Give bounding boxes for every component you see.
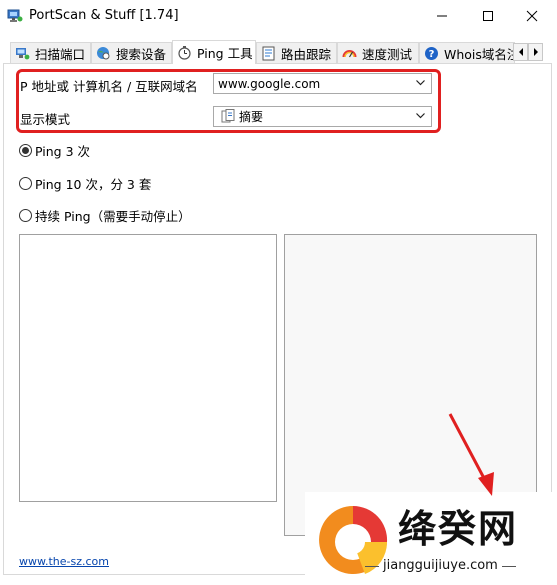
website-link[interactable]: www.the-sz.com — [19, 555, 109, 568]
watermark-url: jiangguijiuye.com — [365, 558, 516, 573]
radio-ping-3[interactable]: Ping 3 次 — [19, 141, 90, 160]
window-title: PortScan & Stuff [1.74] — [29, 8, 179, 23]
gauge-icon — [342, 49, 357, 57]
chevron-down-icon — [416, 113, 425, 119]
radio-ping-continuous[interactable]: 持续 Ping（需要手动停止） — [19, 206, 191, 225]
chevron-right-icon — [533, 48, 538, 56]
close-icon — [526, 10, 538, 22]
tab-label: 速度测试 — [362, 46, 413, 62]
maximize-button[interactable] — [465, 0, 511, 32]
radio-label: 持续 Ping（需要手动停止） — [35, 209, 191, 224]
app-icon — [7, 9, 23, 22]
tab-strip: 扫描端口 搜索设备 Ping 工具 路由跟踪 速度测试 ? Whois域名注 — [0, 40, 557, 64]
tab-whois[interactable]: ? Whois域名注 — [419, 42, 515, 63]
host-label: P 地址或 计算机名 / 互联网域名 — [20, 79, 198, 94]
radio-label: Ping 10 次，分 3 套 — [35, 177, 152, 192]
tab-scroll-right-button[interactable] — [528, 43, 543, 61]
display-mode-select[interactable]: 摘要 — [213, 106, 432, 127]
mode-label: 显示模式 — [20, 112, 71, 127]
maximize-icon — [483, 11, 493, 21]
chevron-down-icon — [416, 80, 425, 86]
radio-label: Ping 3 次 — [35, 144, 90, 159]
tab-traceroute[interactable]: 路由跟踪 — [256, 42, 337, 63]
minimize-icon — [437, 15, 447, 17]
tab-label: Whois域名注 — [444, 46, 515, 62]
radio-ping-10[interactable]: Ping 10 次，分 3 套 — [19, 174, 151, 193]
ping-output-text[interactable] — [19, 234, 277, 502]
watermark-name: 绛癸网 — [398, 506, 519, 551]
route-icon — [262, 46, 275, 60]
watermark: 绛癸网 jiangguijiuye.com — [305, 492, 557, 585]
host-value: www.google.com — [218, 76, 321, 91]
host-combobox[interactable]: www.google.com — [213, 73, 432, 94]
close-button[interactable] — [509, 0, 555, 32]
mode-value: 摘要 — [239, 110, 264, 124]
tab-ping-tool[interactable]: Ping 工具 — [172, 40, 256, 64]
stopwatch-icon — [178, 46, 191, 60]
document-icon — [221, 109, 235, 123]
tab-scroll-left-button[interactable] — [513, 43, 528, 61]
tab-label: 搜索设备 — [116, 46, 167, 62]
tab-search-devices[interactable]: 搜索设备 — [91, 42, 172, 63]
minimize-button[interactable] — [419, 0, 465, 32]
watermark-logo-icon — [319, 505, 388, 574]
tab-label: Ping 工具 — [197, 46, 253, 61]
title-bar: PortScan & Stuff [1.74] — [0, 0, 557, 33]
tab-label: 路由跟踪 — [281, 46, 332, 62]
annotation-arrow — [448, 413, 494, 496]
tab-speed-test[interactable]: 速度测试 — [337, 42, 419, 63]
tab-label: 扫描端口 — [35, 46, 86, 62]
svg-text:?: ? — [429, 49, 435, 60]
tab-scan-ports[interactable]: 扫描端口 — [10, 42, 91, 63]
globe-search-icon — [97, 46, 110, 59]
tab-scroll-arrows — [513, 43, 543, 61]
radio-dot — [19, 177, 32, 190]
chevron-left-icon — [518, 48, 523, 56]
radio-dot — [19, 209, 32, 222]
help-icon: ? — [425, 46, 438, 60]
radio-dot — [19, 144, 32, 157]
port-scan-icon — [16, 47, 30, 59]
